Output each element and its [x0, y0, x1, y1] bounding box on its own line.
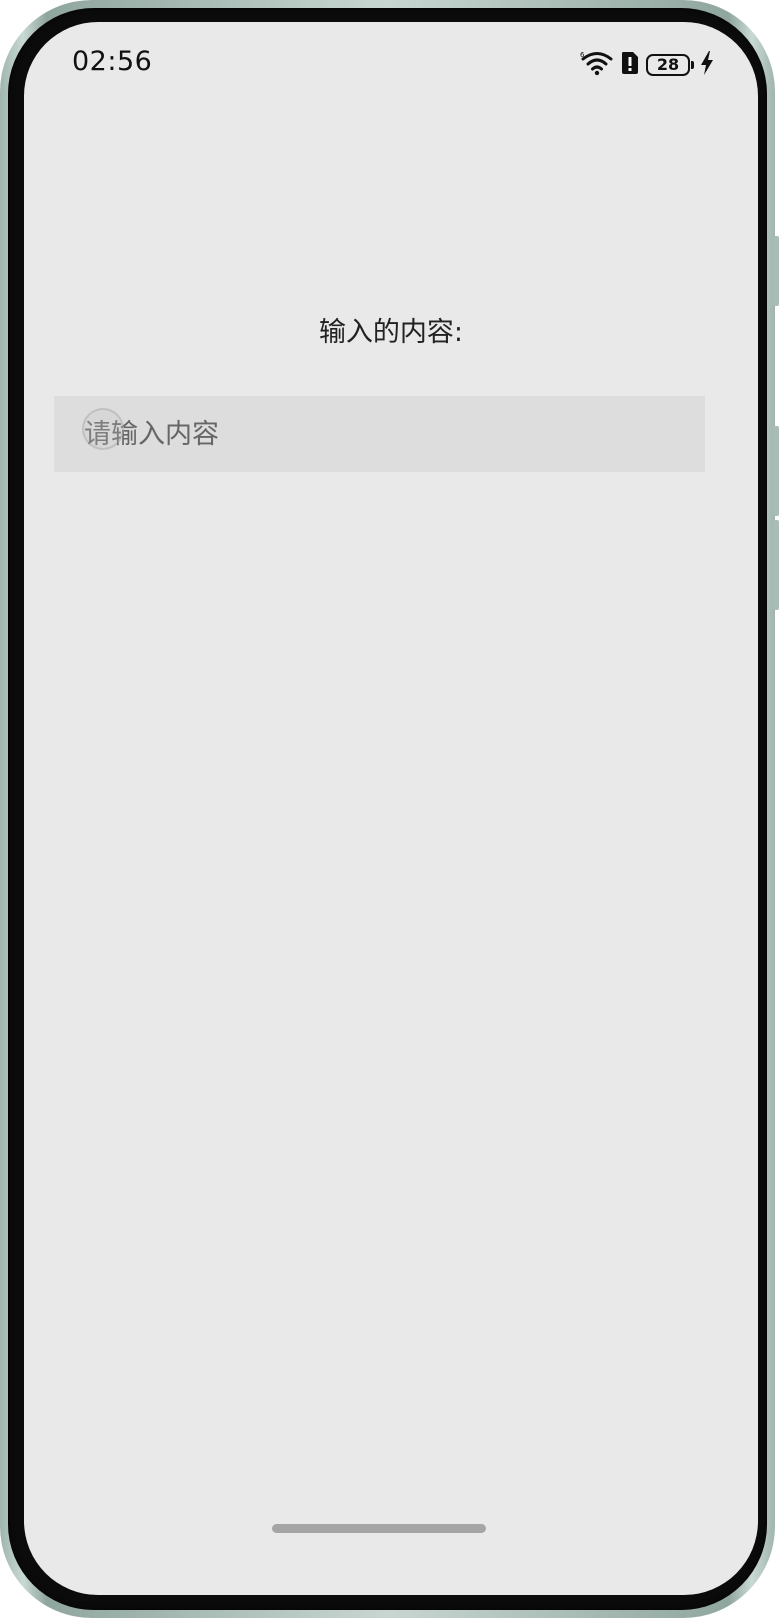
svg-text:6: 6: [580, 51, 585, 59]
status-icons: 6 28: [580, 50, 714, 80]
screen: 02:56 6 28 输入的内容: 请输入内容: [24, 22, 758, 1595]
home-indicator[interactable]: [272, 1524, 486, 1533]
battery-level: 28: [656, 55, 680, 74]
device-frame: 02:56 6 28 输入的内容: 请输入内容: [0, 0, 779, 1618]
battery-icon: 28: [646, 54, 694, 76]
volume-down-button: [773, 426, 779, 516]
volume-up-button: [773, 236, 779, 306]
power-button: [773, 520, 779, 610]
text-input-container[interactable]: [54, 396, 705, 472]
status-bar: 02:56 6 28: [24, 22, 758, 102]
status-time: 02:56: [72, 46, 153, 77]
input-content-label: 输入的内容:: [318, 317, 464, 348]
wifi-icon: 6: [580, 50, 614, 80]
charging-icon: [700, 51, 714, 79]
content-input[interactable]: [54, 396, 705, 472]
alert-icon: [620, 51, 640, 79]
